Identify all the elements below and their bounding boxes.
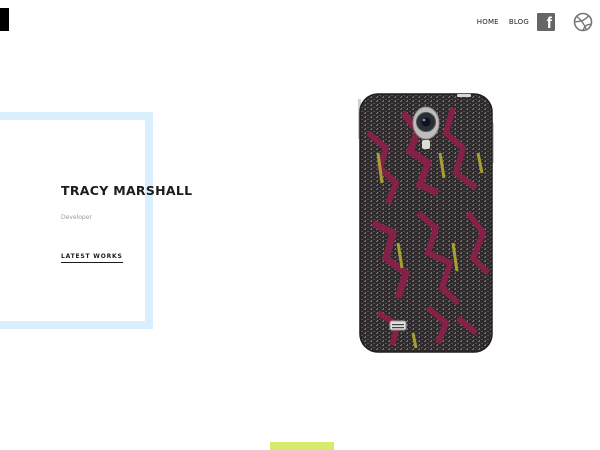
latest-works-link[interactable]: LATEST WORKS — [61, 253, 123, 263]
top-nav: HOME BLOG f — [477, 12, 593, 32]
nav-home-link[interactable]: HOME — [477, 18, 499, 26]
accent-bar — [270, 442, 334, 450]
person-role: Developer — [61, 214, 92, 221]
person-name: TRACY MARSHALL — [61, 183, 193, 198]
nav-blog-link[interactable]: BLOG — [509, 18, 529, 26]
logo[interactable] — [0, 8, 9, 31]
facebook-icon[interactable]: f — [537, 13, 555, 32]
dribbble-icon[interactable] — [573, 12, 593, 32]
phone-case-image — [358, 93, 494, 353]
